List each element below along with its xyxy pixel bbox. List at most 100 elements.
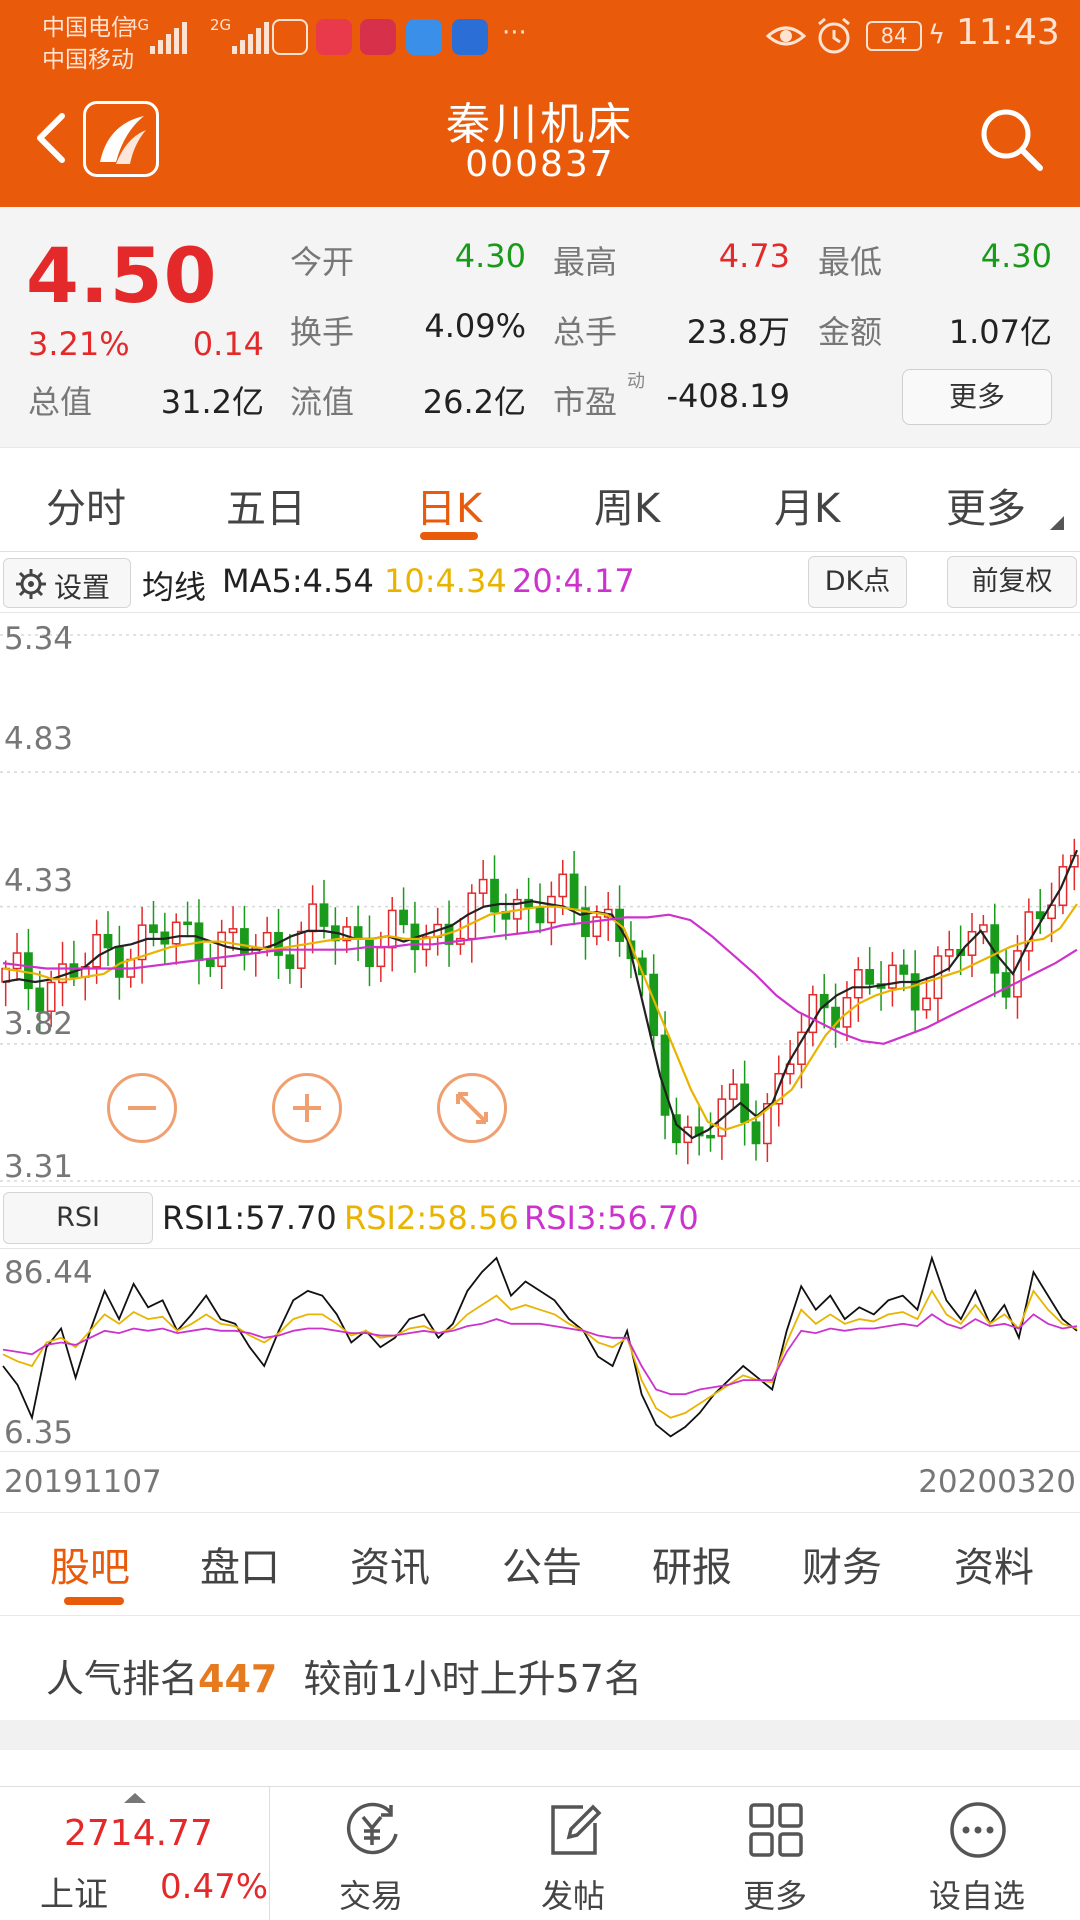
candle-down <box>1001 972 1011 998</box>
candle-up <box>1 967 11 983</box>
tab-forum[interactable]: 股吧 <box>50 1535 130 1593</box>
y-axis-label: 4.83 <box>4 721 74 757</box>
current-price: 4.50 <box>26 231 218 320</box>
rsi-chart[interactable]: 86.44 6.35 <box>0 1248 1080 1452</box>
index-quote[interactable]: 2714.77 上证 0.47% <box>0 1787 270 1920</box>
quote-field-value: 31.2亿 <box>160 383 264 421</box>
tab-financials[interactable]: 财务 <box>802 1535 882 1593</box>
gear-icon <box>16 569 46 599</box>
candle-up <box>944 948 954 957</box>
zoom-in-button[interactable] <box>272 1073 342 1143</box>
candle-up <box>922 997 931 1011</box>
candle-down <box>365 938 374 968</box>
nav-trade-button[interactable]: 交易 <box>271 1787 471 1920</box>
tab-announcements[interactable]: 公告 <box>502 1535 582 1593</box>
nav-label: 更多 <box>742 1877 807 1915</box>
candle-down <box>24 952 33 990</box>
candle-up <box>217 931 227 968</box>
rsi-plot[interactable] <box>0 1249 1080 1453</box>
grid-icon <box>749 1803 803 1857</box>
tab-intraday[interactable]: 分时 <box>46 476 126 534</box>
active-tab-indicator <box>64 1597 124 1605</box>
edit-icon <box>551 1804 602 1855</box>
network-type-label: 2G <box>210 16 232 34</box>
corner-triangle-icon <box>1050 516 1064 530</box>
candle-up <box>228 928 238 934</box>
quote-panel: 4.50 3.21% 0.14 今开 4.30 最高 4.73 最低 4.30 … <box>0 207 1080 447</box>
price-adjust-button[interactable]: 前复权 <box>947 556 1077 608</box>
popularity-change: 较前1小时上升57名 <box>303 1657 642 1701</box>
search-icon[interactable] <box>976 104 1046 174</box>
candle-down <box>353 926 363 940</box>
more-quote-button[interactable]: 更多 <box>902 369 1052 425</box>
more-notifications-icon: ··· <box>502 18 527 48</box>
clock: 11:43 <box>956 12 1060 53</box>
settings-button[interactable]: 设置 <box>3 558 131 608</box>
fullscreen-button[interactable] <box>437 1073 507 1143</box>
y-axis-label: 4.33 <box>4 863 74 899</box>
nav-label: 设自选 <box>928 1877 1025 1915</box>
candle-up <box>92 933 102 968</box>
change-amount: 0.14 <box>192 325 264 363</box>
tab-research[interactable]: 研报 <box>652 1535 732 1593</box>
index-percent: 0.47% <box>160 1867 269 1907</box>
candle-up <box>171 921 181 945</box>
candle-up <box>853 969 863 999</box>
tab-five-day[interactable]: 五日 <box>226 476 306 534</box>
alarm-icon <box>818 17 850 54</box>
quote-field-value: 4.30 <box>980 237 1052 275</box>
change-percent: 3.21% <box>28 325 130 363</box>
ma10-value: 10:4.34 <box>384 562 507 600</box>
zoom-out-button[interactable] <box>107 1073 177 1143</box>
more-dots-icon <box>950 1802 1006 1858</box>
app-notification-icon <box>406 19 442 55</box>
back-button[interactable] <box>26 108 76 168</box>
candle-up <box>728 1083 738 1100</box>
quote-field-label: 总手 <box>553 313 618 351</box>
rsi2-value: RSI2:58.56 <box>344 1199 519 1237</box>
candle-down <box>285 954 295 969</box>
tab-weekly-k[interactable]: 周K <box>594 476 660 534</box>
app-notification-icon <box>452 19 488 55</box>
nav-more-button[interactable]: 更多 <box>675 1787 875 1920</box>
rsi2-line <box>2 1289 1078 1419</box>
candle-up <box>467 892 477 940</box>
candle-down <box>103 933 113 949</box>
tab-more[interactable]: 更多 <box>946 476 1026 534</box>
candle-down <box>535 906 545 924</box>
quote-field-value: 4.73 <box>718 237 790 275</box>
candle-down <box>910 973 920 1011</box>
app-notification-icon <box>360 19 396 55</box>
tab-monthly-k[interactable]: 月K <box>774 476 840 534</box>
candle-up <box>478 878 488 894</box>
app-notification-icon <box>316 19 352 55</box>
dk-point-button[interactable]: DK点 <box>808 556 907 608</box>
kline-chart[interactable]: 5.34 4.83 4.33 3.82 3.31 <box>0 612 1080 1186</box>
quote-field-label: 市盈 <box>553 383 618 421</box>
header: 中国电信 中国移动 4G 2G ··· 84 ϟ 11:43 秦川机床 0008… <box>0 0 1080 207</box>
rsi-axis-label: 86.44 <box>4 1255 93 1291</box>
candle-down <box>149 924 158 934</box>
nav-watchlist-button[interactable]: 设自选 <box>877 1787 1077 1920</box>
plus-icon <box>293 1094 321 1122</box>
expand-icon <box>456 1092 488 1124</box>
nav-post-button[interactable]: 发帖 <box>473 1787 673 1920</box>
quote-field-value: 23.8万 <box>686 313 790 351</box>
stock-name: 秦川机床 <box>446 99 634 150</box>
quote-field-value: 4.30 <box>454 237 526 275</box>
quote-field-label: 最低 <box>818 243 883 281</box>
section-tabs: 股吧 盘口 资讯 公告 研报 财务 资料 <box>0 1512 1080 1616</box>
quote-field-label: 今开 <box>290 243 355 281</box>
expand-up-icon <box>124 1793 146 1803</box>
settings-label: 设置 <box>54 571 111 604</box>
quote-field-value: 1.07亿 <box>948 313 1052 351</box>
candle-down <box>660 1034 670 1116</box>
tab-profile[interactable]: 资料 <box>954 1535 1034 1593</box>
tab-daily-k[interactable]: 日K <box>416 476 482 534</box>
date-start-label: 20191107 <box>4 1464 162 1500</box>
tab-news[interactable]: 资讯 <box>350 1535 430 1593</box>
candle-up <box>376 946 386 968</box>
popularity-row[interactable]: 人气排名447 较前1小时上升57名 <box>0 1616 1080 1720</box>
tab-order-book[interactable]: 盘口 <box>200 1535 280 1593</box>
rsi-button[interactable]: RSI <box>3 1192 153 1244</box>
